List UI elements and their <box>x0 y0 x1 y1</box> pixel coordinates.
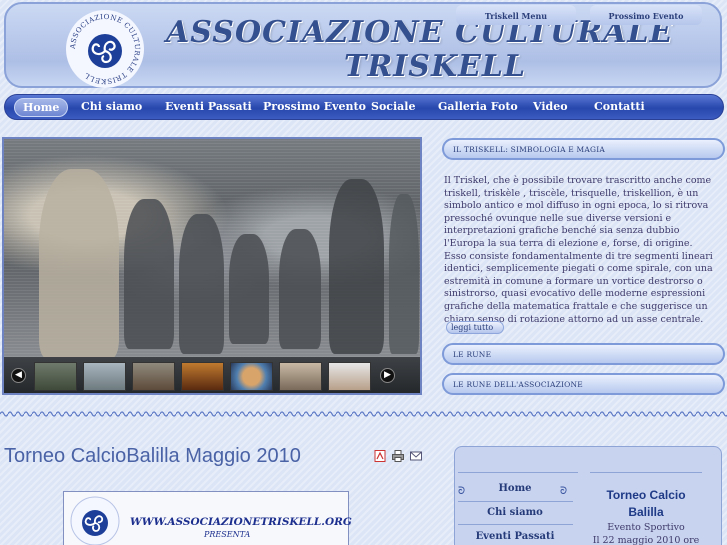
divider <box>458 524 573 525</box>
sidebar-item-eventi-passati[interactable]: Eventi Passati <box>455 531 575 542</box>
triskell-logo-small-icon <box>70 496 120 545</box>
nav-video[interactable]: Video <box>533 100 568 113</box>
main-nav: Home Chi siamo Eventi Passati Prossimo E… <box>4 94 724 120</box>
thumbnail[interactable] <box>83 362 126 391</box>
event-date: Il 22 maggio 2010 ore <box>592 535 700 545</box>
nav-contatti[interactable]: Contatti <box>594 100 645 113</box>
thumbnail[interactable] <box>279 362 322 391</box>
triskell-bullet-icon: ᘐ <box>560 486 568 497</box>
event-type: Evento Sportivo <box>607 522 685 533</box>
chevron-left-icon[interactable]: ◀ <box>11 368 26 383</box>
thumbnail[interactable] <box>181 362 224 391</box>
print-icon[interactable] <box>392 450 404 462</box>
event-name[interactable]: Torneo Calcio Balilla <box>590 487 702 521</box>
thumbnail[interactable] <box>328 362 371 391</box>
sidebar-item-chi-siamo[interactable]: Chi siamo <box>455 507 575 518</box>
site-title-line2: TRISKELL <box>344 49 527 84</box>
pdf-icon[interactable] <box>374 450 386 462</box>
tab-rune-associazione[interactable]: LE RUNE DELL'ASSOCIAZIONE <box>442 373 725 395</box>
sidebar-menu-title: Triskell Menu <box>456 5 576 25</box>
thumbnail[interactable] <box>132 362 175 391</box>
read-more-button[interactable]: leggi tutto <box>446 321 504 334</box>
slide-image[interactable] <box>4 139 420 359</box>
sidebar-event-title: Prossimo Evento <box>590 5 702 25</box>
triskell-logo[interactable]: ASSOCIAZIONE CULTURALE TRISKELL <box>66 10 144 88</box>
promo-url[interactable]: WWW.ASSOCIAZIONETRISKELL.ORG <box>130 516 352 528</box>
thumbnail[interactable] <box>34 362 77 391</box>
triskell-logo-icon: ASSOCIAZIONE CULTURALE TRISKELL <box>69 13 141 85</box>
nav-prossimo-evento[interactable]: Prossimo Evento <box>263 100 366 113</box>
tab-le-rune[interactable]: LE RUNE <box>442 343 725 365</box>
nav-galleria-foto[interactable]: Galleria Foto <box>438 100 518 113</box>
nav-chi-siamo[interactable]: Chi siamo <box>81 100 142 113</box>
divider <box>458 472 578 473</box>
promo-subtitle: PRESENTA <box>204 530 251 539</box>
sidebar-item-home[interactable]: Home <box>455 483 575 494</box>
news-body: Il Triskel, che è possibile trovare tras… <box>444 175 713 325</box>
divider <box>590 472 702 473</box>
thumbnail[interactable] <box>230 362 273 391</box>
nav-eventi-passati[interactable]: Eventi Passati <box>165 100 252 113</box>
decorative-divider <box>0 409 727 419</box>
tab-triskell-simbologia[interactable]: IL TRISKELL: SIMBOLOGIA E MAGIA <box>442 138 725 160</box>
site-title: ASSOCIAZIONE CULTURALE TRISKELL <box>166 16 686 84</box>
thumbnail-strip: ◀ ▶ <box>4 357 420 393</box>
nav-sociale[interactable]: Sociale <box>371 100 415 113</box>
email-icon[interactable] <box>410 450 422 462</box>
divider <box>458 501 573 502</box>
nav-home[interactable]: Home <box>14 98 69 117</box>
promo-banner: WWW.ASSOCIAZIONETRISKELL.ORG PRESENTA <box>63 491 352 545</box>
photo-slider: ◀ ▶ <box>2 137 422 395</box>
chevron-right-icon[interactable]: ▶ <box>380 368 395 383</box>
article-title: Torneo CalcioBalilla Maggio 2010 <box>4 445 301 467</box>
